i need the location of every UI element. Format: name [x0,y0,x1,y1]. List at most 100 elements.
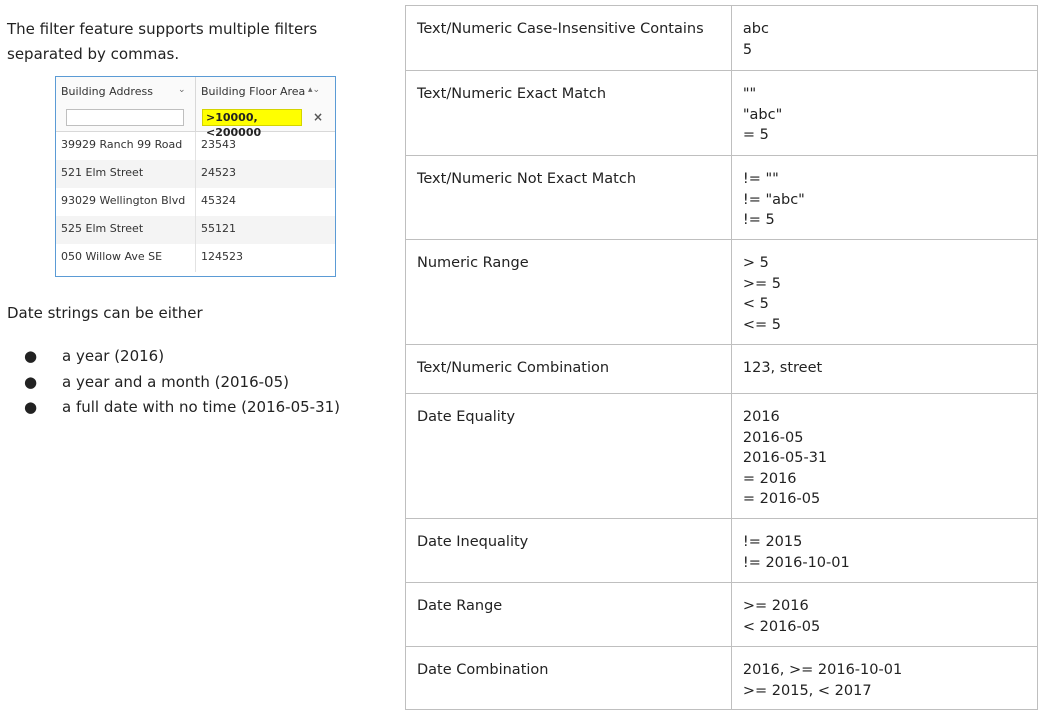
bullet-icon: ● [24,398,38,416]
address-cell: 39929 Ranch 99 Road [56,132,196,160]
table-row[interactable]: 521 Elm Street 24523 [56,160,335,188]
bullet-icon: ● [24,347,38,365]
filter-type-label: Text/Numeric Exact Match [417,86,607,102]
filter-type-cell: Date Inequality [405,518,732,583]
list-item-text: a year and a month (2016-05) [62,372,289,391]
table-row[interactable]: 39929 Ranch 99 Road 23543 [56,132,335,160]
example-line: >= 2016 [742,598,809,614]
example-line: != "abc" [742,191,805,208]
example-line: = 2016-05 [742,491,821,508]
example-line: != 2015 [742,534,803,550]
table-row[interactable]: 050 Willow Ave SE 124523 [56,244,335,272]
area-cell: 124523 [201,250,243,263]
example-line: 2016-05 [742,429,804,446]
filter-examples-cell: > 5 >= 5 < 5 <= 5 [730,239,1039,345]
example-line: 2016, >= 2016-10-01 [742,662,903,678]
filter-examples-cell: >= 2016 < 2016-05 [730,582,1039,647]
clear-filter-icon[interactable]: × [313,110,323,124]
address-cell: 93029 Wellington Blvd [56,188,196,216]
column-title: Building Address [61,85,153,98]
table-row: Date Range >= 2016 < 2016-05 [405,582,1039,647]
example-line: "" [742,86,757,102]
example-line: "abc" [742,106,783,123]
table-row: Date Inequality != 2015 != 2016-10-01 [405,518,1039,583]
filter-examples-cell: != 2015 != 2016-10-01 [730,518,1039,583]
address-filter-input[interactable] [66,109,184,126]
filter-examples-cell: != "" != "abc" != 5 [730,155,1039,240]
example-line: = 2016 [742,470,797,487]
filter-type-label: Text/Numeric Not Exact Match [417,171,637,187]
example-data-grid: Building Address ⌄ Building Floor Area ▴… [55,76,336,277]
filter-syntax-table: Text/Numeric Case-Insensitive Contains a… [405,5,1039,710]
grid-body: 39929 Ranch 99 Road 23543 521 Elm Street… [56,132,335,272]
table-row: Text/Numeric Case-Insensitive Contains a… [405,5,1039,71]
example-line: = 5 [742,127,769,144]
list-item-text: a full date with no time (2016-05-31) [62,398,341,416]
table-row[interactable]: 93029 Wellington Blvd 45324 [56,188,335,216]
date-format-list: ● a year (2016) ● a year and a month (20… [0,344,400,421]
example-line: abc [742,21,769,37]
intro-paragraph: The filter feature supports multiple fil… [7,17,347,67]
example-line: 2016-05-31 [742,450,828,467]
table-row: Date Equality 2016 2016-05 2016-05-31 = … [405,393,1039,519]
filter-type-cell: Text/Numeric Not Exact Match [405,155,732,240]
filter-type-label: Date Combination [417,662,549,678]
filter-examples-cell: 123, street [730,344,1039,394]
filter-type-label: Date Range [417,598,503,614]
example-line: <= 5 [742,316,782,333]
example-line: 123, street [742,360,823,376]
table-row: Date Combination 2016, >= 2016-10-01 >= … [405,646,1039,710]
list-item: ● a year and a month (2016-05) [0,370,400,396]
list-item-text: a year (2016) [62,347,165,365]
filter-type-cell: Date Combination [405,646,732,710]
area-cell: 55121 [201,222,236,235]
filter-type-label: Text/Numeric Combination [417,360,610,376]
filter-examples-cell: abc 5 [730,5,1039,71]
sort-asc-chevron-icon[interactable]: ▴⌄ [308,85,320,95]
intro-line-1: The filter feature supports multiple fil… [7,20,318,38]
intro-line-2: separated by commas. [7,45,180,63]
column-header-building-floor-area[interactable]: Building Floor Area ▴⌄ >10000,<200000 × [196,77,335,139]
table-row: Numeric Range > 5 >= 5 < 5 <= 5 [405,239,1039,345]
filter-examples-cell: "" "abc" = 5 [730,70,1039,156]
table-row: Text/Numeric Exact Match "" "abc" = 5 [405,70,1039,156]
filter-type-cell: Date Range [405,582,732,647]
example-line: > 5 [742,255,769,271]
area-cell: 24523 [201,166,236,179]
column-header-building-address[interactable]: Building Address ⌄ [56,77,196,131]
bullet-icon: ● [24,372,38,391]
example-line: != "" [742,171,779,187]
example-line: 2016 [742,409,780,425]
filter-type-cell: Date Equality [405,393,732,519]
example-line: 5 [742,41,753,58]
filter-type-cell: Numeric Range [405,239,732,345]
address-cell: 521 Elm Street [56,160,196,188]
filter-examples-cell: 2016, >= 2016-10-01 >= 2015, < 2017 [730,646,1039,710]
list-item: ● a year (2016) [0,344,400,370]
column-title: Building Floor Area [201,85,306,98]
floor-area-filter-input[interactable]: >10000,<200000 [202,109,302,139]
grid-header: Building Address ⌄ Building Floor Area ▴… [56,77,335,139]
filter-type-label: Numeric Range [417,255,529,271]
left-column: The filter feature supports multiple fil… [0,0,400,712]
filter-type-cell: Text/Numeric Combination [405,344,732,394]
example-line: < 5 [742,296,769,313]
filter-type-cell: Text/Numeric Exact Match [405,70,732,156]
example-line: != 2016-10-01 [742,554,850,571]
area-cell: 23543 [201,138,236,151]
address-cell: 525 Elm Street [56,216,196,244]
table-row[interactable]: 525 Elm Street 55121 [56,216,335,244]
area-cell: 45324 [201,194,236,207]
example-line: >= 5 [742,275,782,292]
chevron-down-icon[interactable]: ⌄ [178,85,186,95]
list-item: ● a full date with no time (2016-05-31) [0,395,400,421]
example-line: >= 2015, < 2017 [742,682,872,699]
address-cell: 050 Willow Ave SE [56,244,196,272]
example-line: != 5 [742,212,775,229]
table-row: Text/Numeric Not Exact Match != "" != "a… [405,155,1039,240]
filter-type-label: Date Inequality [417,534,529,550]
date-intro-text: Date strings can be either [7,304,203,322]
filter-examples-cell: 2016 2016-05 2016-05-31 = 2016 = 2016-05 [730,393,1039,519]
filter-type-cell: Text/Numeric Case-Insensitive Contains [405,5,732,71]
filter-type-label: Text/Numeric Case-Insensitive Contains [417,21,704,37]
